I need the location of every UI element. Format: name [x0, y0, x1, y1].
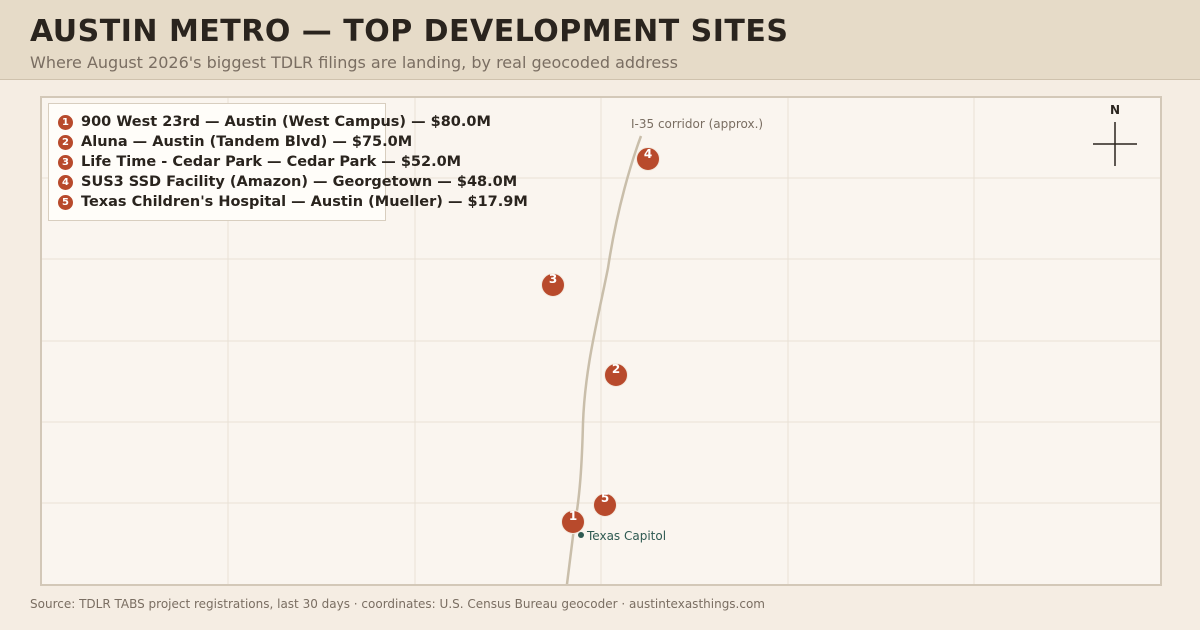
site-marker-number: 4 — [644, 147, 652, 161]
legend-item-label: SUS3 SSD Facility (Amazon) — Georgetown … — [81, 174, 518, 190]
page-subtitle: Where August 2026's biggest TDLR filings… — [30, 53, 678, 72]
site-marker-1[interactable]: 1 — [561, 509, 585, 534]
legend-item[interactable]: 3 Life Time - Cedar Park — Cedar Park — … — [58, 152, 461, 172]
legend-number-badge: 2 — [58, 134, 73, 150]
header: AUSTIN METRO — TOP DEVELOPMENT SITES Whe… — [0, 0, 1200, 80]
legend-item-label: 900 West 23rd — Austin (West Campus) — $… — [81, 114, 491, 130]
site-marker-number: 3 — [549, 272, 557, 286]
source-footer: Source: TDLR TABS project registrations,… — [30, 597, 765, 611]
legend-item[interactable]: 5 Texas Children's Hospital — Austin (Mu… — [58, 192, 528, 212]
legend-item[interactable]: 1 900 West 23rd — Austin (West Campus) —… — [58, 112, 491, 132]
legend-number-badge: 3 — [58, 154, 73, 170]
north-arrow-icon: N — [1093, 103, 1137, 166]
legend-number-badge: 1 — [58, 114, 73, 130]
site-marker-4[interactable]: 4 — [636, 147, 660, 171]
site-marker-2[interactable]: 2 — [604, 362, 628, 387]
site-marker-number: 1 — [569, 509, 577, 523]
site-marker-5[interactable]: 5 — [593, 491, 617, 517]
site-marker-number: 5 — [601, 491, 609, 505]
capitol-label: Texas Capitol — [586, 529, 666, 543]
legend-item[interactable]: 2 Aluna — Austin (Tandem Blvd) — $75.0M — [58, 132, 412, 152]
corridor-label: I-35 corridor (approx.) — [631, 117, 763, 131]
north-label: N — [1110, 103, 1120, 117]
legend-item[interactable]: 4 SUS3 SSD Facility (Amazon) — Georgetow… — [58, 172, 517, 192]
capitol-marker — [578, 532, 584, 538]
legend-item-label: Texas Children's Hospital — Austin (Muel… — [81, 194, 528, 210]
legend-number-badge: 5 — [58, 194, 73, 210]
legend-item-label: Life Time - Cedar Park — Cedar Park — $5… — [81, 154, 462, 170]
map-legend: 1 900 West 23rd — Austin (West Campus) —… — [48, 103, 528, 221]
site-marker-3[interactable]: 3 — [541, 272, 565, 297]
legend-item-label: Aluna — Austin (Tandem Blvd) — $75.0M — [81, 134, 413, 150]
page-title: AUSTIN METRO — TOP DEVELOPMENT SITES — [30, 14, 789, 49]
legend-number-badge: 4 — [58, 174, 73, 190]
map-panel[interactable]: I-35 corridor (approx.) Texas Capitol 4 … — [40, 96, 1162, 586]
site-marker-number: 2 — [612, 362, 620, 376]
